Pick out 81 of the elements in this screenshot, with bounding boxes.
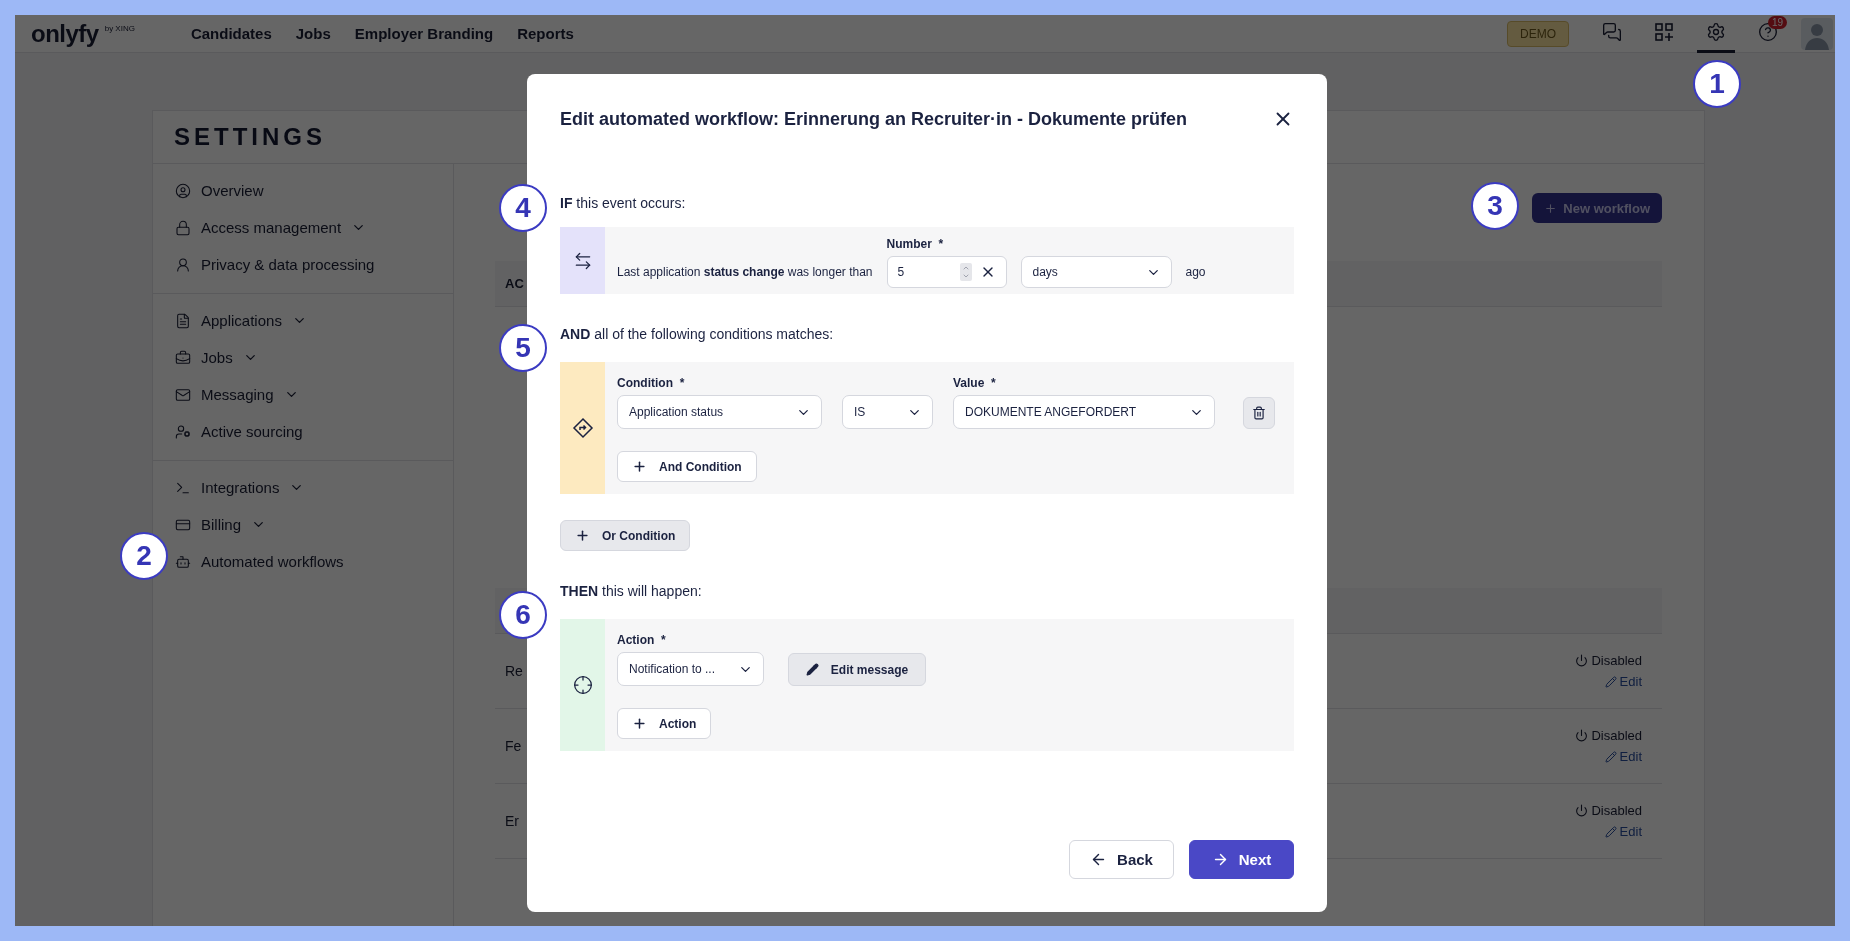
add-action-button[interactable]: Action xyxy=(617,708,712,739)
power-icon xyxy=(1575,654,1589,667)
file-icon xyxy=(175,312,191,329)
plus-icon xyxy=(575,528,590,543)
operator-select[interactable]: IS xyxy=(842,395,933,429)
dialog-title: Edit automated workflow: Erinnerung an Recruiter·in - Dokumente prüfen xyxy=(560,108,1188,130)
suffix-text: ago xyxy=(1185,264,1206,281)
chat-icon xyxy=(1602,22,1622,42)
workflow-name: Re xyxy=(505,663,523,679)
plus-icon xyxy=(632,459,647,474)
field-label: Number * xyxy=(886,237,945,251)
number-field[interactable]: 5 xyxy=(886,256,1007,288)
delete-button[interactable] xyxy=(1243,397,1275,429)
back-button[interactable]: Back xyxy=(1069,840,1174,879)
lock-icon xyxy=(175,219,191,236)
pencil-icon xyxy=(1604,675,1617,688)
workflow-name: Er xyxy=(505,813,519,829)
notification-badge: 19 xyxy=(1767,15,1787,29)
power-icon xyxy=(1575,729,1589,742)
trash-icon xyxy=(1252,406,1266,420)
field-label: Condition * xyxy=(617,376,686,390)
sidebar-item[interactable]: Integrations xyxy=(175,469,305,506)
step-number: 2 xyxy=(120,532,168,580)
sidebar-item[interactable]: Jobs xyxy=(175,339,258,376)
nav-link[interactable]: Employer Branding xyxy=(354,25,494,42)
demo-badge: DEMO xyxy=(1507,20,1569,47)
robot-icon xyxy=(175,553,191,570)
briefcase-icon xyxy=(175,349,191,366)
condition-select[interactable]: Application status xyxy=(617,395,822,429)
edit-link[interactable]: Edit xyxy=(1604,749,1642,764)
field-label: Action * xyxy=(617,633,667,647)
plus-icon xyxy=(1544,201,1558,215)
sidebar-item[interactable]: Privacy & data processing xyxy=(175,246,375,283)
grid-plus-icon xyxy=(1654,22,1674,42)
toolbar-button[interactable]: 19 xyxy=(1749,15,1787,53)
field-label: Value * xyxy=(953,376,997,390)
edit-link[interactable]: Edit xyxy=(1604,824,1642,839)
person-icon xyxy=(175,256,191,273)
status-label: Disabled xyxy=(1575,728,1642,743)
avatar[interactable] xyxy=(1801,17,1833,50)
edit-message-button[interactable]: Edit message xyxy=(788,653,926,686)
column-header: AC xyxy=(505,276,524,291)
next-button[interactable]: Next xyxy=(1189,840,1294,879)
pencil-icon xyxy=(805,663,819,676)
section-heading: IF this event occurs: xyxy=(560,194,687,213)
sidebar-item[interactable]: Access management xyxy=(175,209,367,246)
value-select[interactable]: DOKUMENTE ANGEFORDERT xyxy=(953,395,1215,429)
sidebar-item[interactable]: Messaging xyxy=(175,376,299,413)
signpost-icon xyxy=(571,417,594,439)
user-gear-icon xyxy=(175,423,191,440)
sidebar-item[interactable]: Applications xyxy=(175,302,307,339)
stepper-icon[interactable] xyxy=(959,263,972,281)
step-number: 1 xyxy=(1693,60,1741,108)
unit-select[interactable]: days xyxy=(1020,256,1172,288)
edit-link[interactable]: Edit xyxy=(1604,674,1642,689)
nav-link[interactable]: Candidates xyxy=(190,25,272,42)
mail-icon xyxy=(175,386,191,403)
sidebar-item[interactable]: Automated workflows xyxy=(175,543,344,580)
logo-subtitle: by XING xyxy=(104,24,135,33)
and-condition-button[interactable]: And Condition xyxy=(617,451,757,482)
nav-link[interactable]: Reports xyxy=(517,25,574,42)
plus-icon xyxy=(632,716,647,731)
user-circle-icon xyxy=(175,182,191,199)
logo: onlyfy xyxy=(31,19,99,48)
power-icon xyxy=(1575,804,1589,817)
event-text: Last application status change was longer than xyxy=(617,264,873,281)
pencil-icon xyxy=(1604,825,1617,838)
section-heading: THEN this will happen: xyxy=(560,582,703,601)
action-select[interactable]: Notification to ... xyxy=(617,652,764,686)
sidebar-item[interactable]: Overview xyxy=(175,172,264,209)
settings-icon xyxy=(1706,22,1726,42)
or-condition-button[interactable]: Or Condition xyxy=(560,520,691,551)
nav-link[interactable]: Jobs xyxy=(295,25,331,42)
sidebar-item[interactable]: Billing xyxy=(175,506,267,543)
status-label: Disabled xyxy=(1575,653,1642,668)
section-heading: AND all of the following conditions matches: xyxy=(560,325,835,344)
sidebar-item[interactable]: Active sourcing xyxy=(175,413,303,450)
workflow-name: Fe xyxy=(505,738,522,754)
status-label: Disabled xyxy=(1575,803,1642,818)
target-icon xyxy=(572,675,593,695)
pencil-icon xyxy=(1604,750,1617,763)
